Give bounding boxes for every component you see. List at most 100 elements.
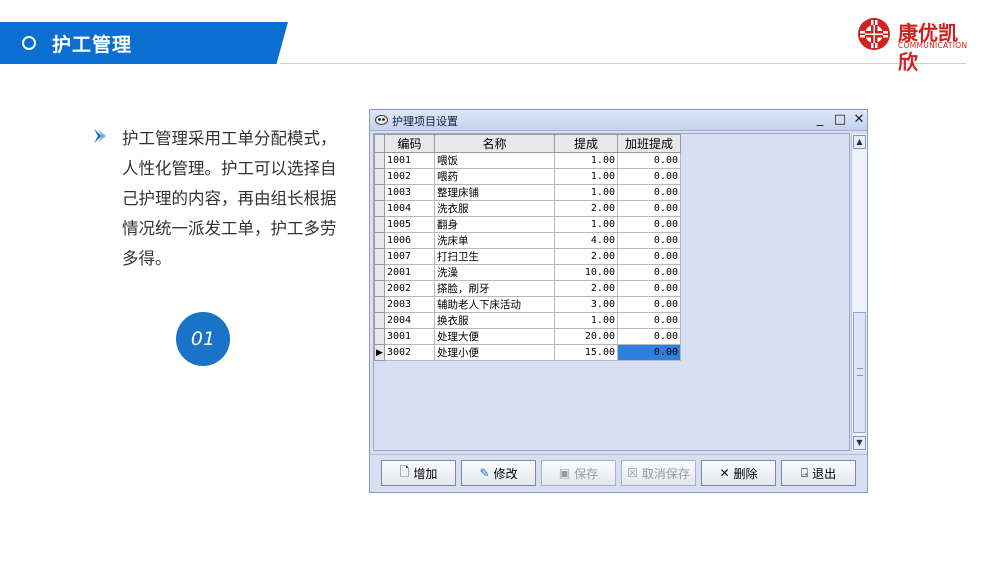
cell-name[interactable]: 洗衣服: [434, 200, 555, 217]
table-row[interactable]: 3001 处理大便 20.00 0.00: [374, 328, 681, 345]
row-indicator[interactable]: [374, 152, 385, 169]
cell-code[interactable]: 3002: [384, 344, 435, 361]
cell-code[interactable]: 1002: [384, 168, 435, 185]
column-header[interactable]: 名称: [434, 134, 555, 153]
cell-code[interactable]: 1001: [384, 152, 435, 169]
row-indicator[interactable]: [374, 248, 385, 265]
section-title: 护工管理: [52, 34, 133, 56]
cell-overtime-commission[interactable]: 0.00: [617, 216, 681, 233]
row-indicator[interactable]: [374, 168, 385, 185]
cell-commission[interactable]: 1.00: [554, 216, 618, 233]
cell-commission[interactable]: 1.00: [554, 184, 618, 201]
cell-code[interactable]: 2004: [384, 312, 435, 329]
table-row[interactable]: 1001 喂饭 1.00 0.00: [374, 152, 681, 169]
cell-name[interactable]: 翻身: [434, 216, 555, 233]
cell-overtime-commission[interactable]: 0.00: [617, 248, 681, 265]
cell-code[interactable]: 3001: [384, 328, 435, 345]
close-button[interactable]: ✕: [850, 111, 868, 128]
table-row[interactable]: 2003 辅助老人下床活动 3.00 0.00: [374, 296, 681, 313]
row-indicator[interactable]: [374, 200, 385, 217]
table-row[interactable]: 1007 打扫卫生 2.00 0.00: [374, 248, 681, 265]
cell-name[interactable]: 辅助老人下床活动: [434, 296, 555, 313]
table-row[interactable]: 1005 翻身 1.00 0.00: [374, 216, 681, 233]
cell-commission[interactable]: 15.00: [554, 344, 618, 361]
cell-code[interactable]: 1006: [384, 232, 435, 249]
cell-name[interactable]: 整理床铺: [434, 184, 555, 201]
table-row[interactable]: 2001 洗澡 10.00 0.00: [374, 264, 681, 281]
row-indicator[interactable]: [374, 216, 385, 233]
cell-commission[interactable]: 4.00: [554, 232, 618, 249]
cell-overtime-commission[interactable]: 0.00: [617, 344, 681, 361]
maximize-button[interactable]: □: [831, 111, 849, 128]
cell-code[interactable]: 1005: [384, 216, 435, 233]
cancel-save-button[interactable]: ☒ 取消保存: [621, 460, 696, 486]
minimize-button[interactable]: _: [811, 111, 829, 128]
row-indicator[interactable]: [374, 232, 385, 249]
cell-commission[interactable]: 1.00: [554, 312, 618, 329]
save-button[interactable]: ▣ 保存: [541, 460, 616, 486]
row-indicator[interactable]: [374, 280, 385, 297]
cell-commission[interactable]: 1.00: [554, 168, 618, 185]
cell-code[interactable]: 1003: [384, 184, 435, 201]
table-row[interactable]: ▶ 3002 处理小便 15.00 0.00: [374, 344, 681, 361]
edit-icon: ✎: [479, 466, 490, 480]
cell-overtime-commission[interactable]: 0.00: [617, 264, 681, 281]
cell-overtime-commission[interactable]: 0.00: [617, 152, 681, 169]
cell-overtime-commission[interactable]: 0.00: [617, 168, 681, 185]
cell-overtime-commission[interactable]: 0.00: [617, 200, 681, 217]
row-indicator[interactable]: [374, 296, 385, 313]
cell-commission[interactable]: 2.00: [554, 200, 618, 217]
cell-name[interactable]: 处理小便: [434, 344, 555, 361]
cell-commission[interactable]: 2.00: [554, 280, 618, 297]
table-row[interactable]: 2004 换衣服 1.00 0.00: [374, 312, 681, 329]
row-indicator[interactable]: [374, 184, 385, 201]
add-button[interactable]: 🗋 增加: [381, 460, 456, 486]
cell-code[interactable]: 1007: [384, 248, 435, 265]
cell-overtime-commission[interactable]: 0.00: [617, 312, 681, 329]
table-row[interactable]: 1006 洗床单 4.00 0.00: [374, 232, 681, 249]
table-row[interactable]: 2002 搽脸，刷牙 2.00 0.00: [374, 280, 681, 297]
cell-name[interactable]: 洗澡: [434, 264, 555, 281]
cell-overtime-commission[interactable]: 0.00: [617, 296, 681, 313]
cell-code[interactable]: 2003: [384, 296, 435, 313]
cell-commission[interactable]: 20.00: [554, 328, 618, 345]
row-indicator[interactable]: [374, 264, 385, 281]
cell-overtime-commission[interactable]: 0.00: [617, 184, 681, 201]
row-indicator[interactable]: [374, 312, 385, 329]
vertical-scrollbar[interactable]: ▲ ▼: [851, 134, 867, 451]
row-indicator[interactable]: [374, 328, 385, 345]
row-indicator[interactable]: ▶: [374, 344, 385, 361]
cell-name[interactable]: 处理大便: [434, 328, 555, 345]
delete-button[interactable]: ✕ 删除: [701, 460, 776, 486]
scrollbar-thumb[interactable]: [853, 312, 866, 433]
cell-code[interactable]: 2002: [384, 280, 435, 297]
cell-commission[interactable]: 1.00: [554, 152, 618, 169]
cell-code[interactable]: 1004: [384, 200, 435, 217]
cell-name[interactable]: 搽脸，刷牙: [434, 280, 555, 297]
window-titlebar[interactable]: 护理项目设置 _ □ ✕: [370, 110, 867, 131]
cell-name[interactable]: 洗床单: [434, 232, 555, 249]
scroll-up-button[interactable]: ▲: [853, 135, 866, 149]
cell-overtime-commission[interactable]: 0.00: [617, 280, 681, 297]
table-row[interactable]: 1002 喂药 1.00 0.00: [374, 168, 681, 185]
cell-commission[interactable]: 3.00: [554, 296, 618, 313]
scroll-down-button[interactable]: ▼: [853, 436, 866, 450]
cell-name[interactable]: 换衣服: [434, 312, 555, 329]
cell-overtime-commission[interactable]: 0.00: [617, 328, 681, 345]
table-row[interactable]: 1003 整理床铺 1.00 0.00: [374, 184, 681, 201]
cell-name[interactable]: 喂饭: [434, 152, 555, 169]
column-header[interactable]: 提成: [554, 134, 618, 153]
edit-button[interactable]: ✎ 修改: [461, 460, 536, 486]
cell-commission[interactable]: 2.00: [554, 248, 618, 265]
column-header[interactable]: 编码: [384, 134, 435, 153]
table-header-row: 编码 名称 提成 加班提成: [374, 134, 681, 153]
column-header[interactable]: 加班提成: [617, 134, 681, 153]
cell-code[interactable]: 2001: [384, 264, 435, 281]
cell-name[interactable]: 打扫卫生: [434, 248, 555, 265]
cell-commission[interactable]: 10.00: [554, 264, 618, 281]
exit-button[interactable]: ⍈ 退出: [781, 460, 856, 486]
cell-overtime-commission[interactable]: 0.00: [617, 232, 681, 249]
data-grid-area[interactable]: 编码 名称 提成 加班提成 1001 喂饭 1.00 0.00 1002 喂药 1.00 0.…: [373, 133, 850, 451]
cell-name[interactable]: 喂药: [434, 168, 555, 185]
table-row[interactable]: 1004 洗衣服 2.00 0.00: [374, 200, 681, 217]
